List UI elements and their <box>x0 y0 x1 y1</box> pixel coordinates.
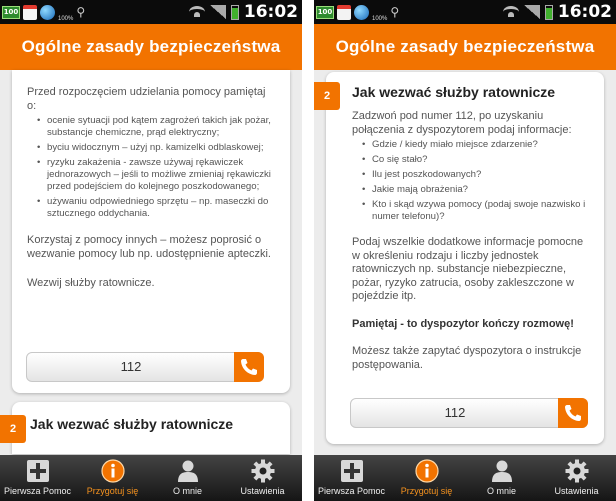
globe-icon <box>354 4 369 20</box>
nav-prepare[interactable]: Przygotuj się <box>389 455 464 501</box>
step-title: Jak wezwać służby ratownicze <box>30 416 234 432</box>
person-icon <box>492 460 512 482</box>
bottom-navigation: Pierwsza Pomoc Przygotuj się O mnie Usta… <box>314 455 616 501</box>
call-112-button[interactable]: 112 <box>350 398 588 428</box>
list-item: używaniu odpowiedniego sprzętu – np. mas… <box>27 196 277 220</box>
intro-text: Przed rozpoczęciem udzielania pomocy pam… <box>27 86 266 112</box>
signal-icon <box>209 5 226 19</box>
step-number-badge: 2 <box>314 82 340 110</box>
nav-first-aid[interactable]: Pierwsza Pomoc <box>314 455 389 501</box>
calendar-icon <box>23 4 37 20</box>
phone-screen-right: 100 100% ⚲ 16:02 Ogólne zasady bezpiecze… <box>314 0 616 501</box>
usb-icon: ⚲ <box>390 5 400 19</box>
safety-bullet-list: ocenie sytuacji pod kątem zagrożeń takic… <box>27 115 277 220</box>
person-icon <box>178 460 198 482</box>
title-bar: Ogólne zasady bezpieczeństwa <box>314 24 616 70</box>
battery-widget-icon: 100 <box>316 5 334 19</box>
percent-label: 100% <box>58 16 74 22</box>
phone-call-button[interactable] <box>558 398 588 428</box>
warning-text: Pamiętaj - to dyspozytor kończy rozmowę! <box>352 317 574 330</box>
percent-label: 100% <box>372 16 388 22</box>
list-item: Ilu jest poszkodowanych? <box>352 169 592 181</box>
step-number-badge: 2 <box>0 415 26 443</box>
call-112-button[interactable]: 112 <box>26 352 264 382</box>
usb-icon: ⚲ <box>76 5 86 19</box>
safety-rules-card: Przed rozpoczęciem udzielania pomocy pam… <box>12 70 290 393</box>
nav-about-me[interactable]: O mnie <box>150 455 225 501</box>
status-bar: 100 100% ⚲ 16:02 <box>0 0 302 24</box>
instructions-text: Możesz także zapytać dyspozytora o instr… <box>352 345 582 371</box>
plus-cross-icon <box>27 460 49 482</box>
list-item: Gdzie / kiedy miało miejsce zdarzenie? <box>352 139 592 151</box>
status-clock: 16:02 <box>557 2 612 22</box>
title-bar: Ogólne zasady bezpieczeństwa <box>0 24 302 70</box>
calendar-icon <box>337 4 351 20</box>
list-item: byciu widocznym – użyj np. kamizelki odb… <box>27 142 277 154</box>
battery-icon <box>544 4 553 20</box>
step-2-card-expanded: 2 Jak wezwać służby ratownicze Zadzwoń p… <box>314 72 604 444</box>
phone-screen-left: 100 100% ⚲ 16:02 Ogólne zasady bezpiecze… <box>0 0 302 501</box>
nav-about-me[interactable]: O mnie <box>464 455 539 501</box>
phone-icon <box>565 405 581 421</box>
wifi-icon <box>188 6 205 18</box>
intro-text: Zadzwoń pod numer 112, po uzyskaniu połą… <box>352 110 572 136</box>
globe-icon <box>40 4 55 20</box>
info-icon <box>415 459 439 483</box>
call-number: 112 <box>120 359 142 374</box>
bottom-navigation: Pierwsza Pomoc Przygotuj się O mnie Usta… <box>0 455 302 501</box>
battery-widget-icon: 100 <box>2 5 20 19</box>
gear-icon <box>251 459 275 483</box>
dispatcher-info-list: Gdzie / kiedy miało miejsce zdarzenie? C… <box>352 139 592 223</box>
list-item: Kto i skąd wzywa pomocy (podaj swoje naz… <box>352 199 592 223</box>
step-2-card[interactable]: 2 Jak wezwać służby ratownicze <box>0 402 290 454</box>
list-item: Jakie mają obrażenia? <box>352 184 592 196</box>
call-number: 112 <box>444 405 466 420</box>
status-clock: 16:02 <box>243 2 298 22</box>
nav-settings[interactable]: Ustawienia <box>225 455 300 501</box>
call-services-text: Wezwij służby ratownicze. <box>27 277 155 289</box>
nav-first-aid[interactable]: Pierwsza Pomoc <box>0 455 75 501</box>
gear-icon <box>565 459 589 483</box>
additional-info-text: Podaj wszelkie dodatkowe informacje pomo… <box>352 236 584 302</box>
step-title: Jak wezwać służby ratownicze <box>352 84 556 100</box>
signal-icon <box>523 5 540 19</box>
battery-icon <box>230 4 239 20</box>
list-item: ocenie sytuacji pod kątem zagrożeń takic… <box>27 115 277 139</box>
nav-settings[interactable]: Ustawienia <box>539 455 614 501</box>
page-title: Ogólne zasady bezpieczeństwa <box>335 37 595 56</box>
help-others-text: Korzystaj z pomocy innych – możesz popro… <box>27 234 271 260</box>
phone-icon <box>241 359 257 375</box>
info-icon <box>101 459 125 483</box>
list-item: Co się stało? <box>352 154 592 166</box>
page-title: Ogólne zasady bezpieczeństwa <box>21 37 281 56</box>
list-item: ryzyku zakażenia - zawsze używaj rękawic… <box>27 157 277 193</box>
phone-call-button[interactable] <box>234 352 264 382</box>
status-bar: 100 100% ⚲ 16:02 <box>314 0 616 24</box>
plus-cross-icon <box>341 460 363 482</box>
nav-prepare[interactable]: Przygotuj się <box>75 455 150 501</box>
wifi-icon <box>502 6 519 18</box>
